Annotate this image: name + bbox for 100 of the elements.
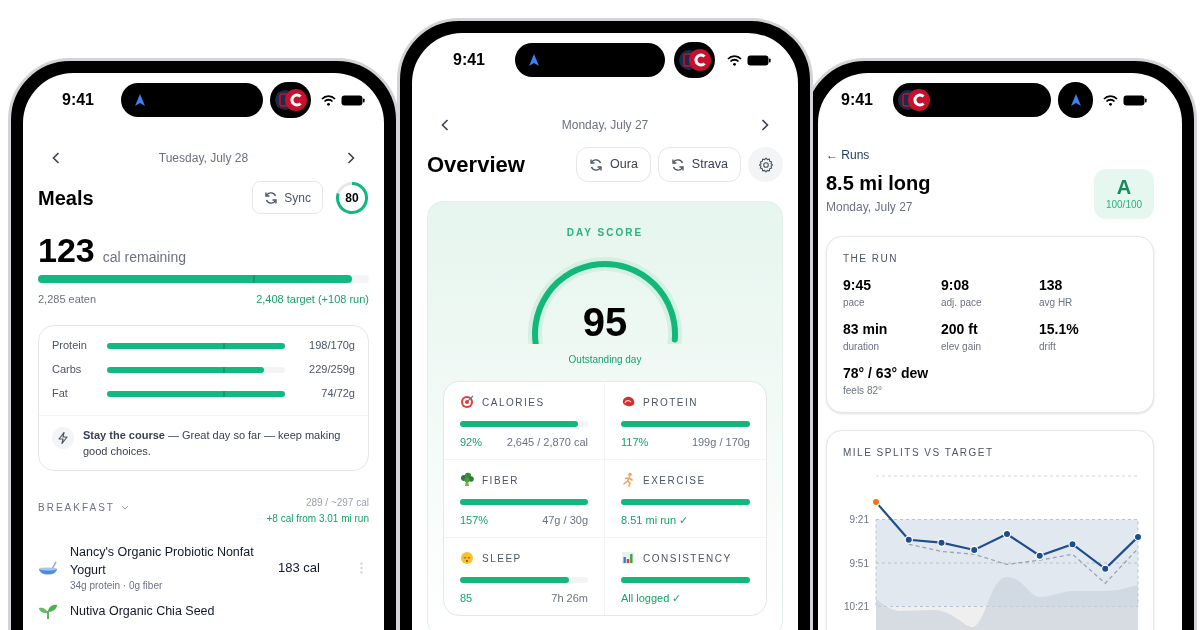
refresh-icon	[589, 157, 604, 172]
macro-value: 229/259g	[308, 362, 355, 378]
chevron-right-icon	[761, 119, 769, 131]
stat-label: feels 82°	[843, 384, 884, 398]
grade-score: 100/100	[1105, 198, 1143, 212]
previous-day-button[interactable]	[50, 150, 62, 166]
stat-label: pace	[843, 296, 866, 310]
y-tick-label: 9:21	[849, 514, 869, 525]
metric-detail: 199g / 170g	[691, 435, 750, 449]
sync-button[interactable]: Oura	[576, 147, 651, 182]
bar-chart-icon	[621, 550, 635, 566]
chevron-left-icon	[441, 119, 449, 131]
settings-button[interactable]	[748, 147, 783, 182]
lightning-icon	[58, 431, 68, 444]
date-label: Monday, July 27	[561, 117, 649, 134]
macro-name: Carbs	[52, 362, 83, 378]
eaten-label: 2,285 eaten	[38, 292, 97, 307]
wifi-icon	[321, 94, 336, 106]
stat-label: avg HR	[1039, 296, 1074, 310]
stat-value: 9:08	[941, 276, 971, 294]
next-day-button[interactable]	[759, 117, 771, 133]
status-time: 9:41	[452, 50, 486, 70]
data-point	[1133, 532, 1143, 542]
macro-name: Fat	[52, 386, 69, 402]
calories-remaining-label: cal remaining	[102, 248, 186, 267]
sleepy-emoji-icon	[460, 550, 474, 566]
data-point	[1002, 529, 1012, 539]
data-point	[937, 538, 946, 547]
stat-value: 200 ft	[941, 320, 979, 338]
logo-icon	[898, 88, 930, 112]
chevron-down-icon	[120, 504, 129, 510]
sprout-icon	[38, 602, 58, 619]
metric-percent: 85	[460, 591, 473, 605]
stat-label: adj. pace	[941, 296, 983, 310]
macro-name: Protein	[52, 338, 88, 354]
page-title: Meals	[38, 185, 95, 211]
metric-detail: 7h 26m	[551, 591, 588, 605]
day-score-value: 95	[581, 300, 629, 344]
metric-label: SLEEP	[482, 551, 522, 566]
day-score-label: DAY SCORE	[566, 226, 644, 240]
location-arrow-icon	[528, 53, 540, 67]
stat-value: 83 min	[843, 320, 889, 338]
metric-label: EXERCISE	[643, 473, 706, 488]
card-heading: THE RUN	[843, 252, 899, 266]
run-bonus: +8 cal from 3.01 mi run	[266, 511, 369, 526]
data-point	[970, 545, 979, 555]
y-tick-label: 10:21	[843, 601, 869, 612]
food-name: Nancy's Organic Probiotic Nonfat Yogurt	[70, 543, 255, 579]
sync-button[interactable]: Strava	[657, 147, 741, 182]
battery-icon	[341, 94, 365, 106]
next-day-button[interactable]	[345, 150, 357, 166]
settings-icon	[757, 156, 774, 173]
wifi-icon	[1103, 94, 1118, 106]
metric-label: CONSISTENCY	[643, 551, 732, 566]
section-totals: 289 / ~297 cal	[305, 495, 369, 510]
runner-icon	[621, 472, 635, 488]
page-title: Overview	[427, 151, 526, 179]
food-calories: 183 cal	[278, 558, 321, 577]
food-detail: 34g protein · 0g fiber	[70, 578, 164, 593]
previous-day-button[interactable]	[439, 117, 451, 133]
stat-value: 9:45	[843, 276, 873, 294]
section-title: BREAKFAST	[38, 500, 115, 515]
stat-label: drift	[1039, 340, 1057, 354]
metric-label: CALORIES	[482, 395, 545, 410]
chevron-left-icon	[52, 152, 60, 164]
chevron-right-icon	[347, 152, 355, 164]
stat-value: 15.1%	[1039, 320, 1080, 338]
macro-value: 74/72g	[320, 386, 355, 402]
target-label: 2,408 target (+108 run)	[256, 292, 369, 307]
metric-summary: 8.51 mi run ✓	[621, 513, 689, 527]
refresh-icon	[264, 190, 279, 205]
status-time: 9:41	[61, 90, 95, 110]
wifi-icon	[727, 54, 742, 66]
stat-value: 138	[1039, 276, 1064, 294]
broccoli-icon	[460, 472, 474, 488]
run-date: Monday, July 27	[826, 199, 914, 215]
logo-icon	[678, 48, 711, 72]
day-score-caption: Outstanding day	[568, 353, 642, 367]
battery-icon	[1123, 94, 1147, 106]
metric-percent: 92%	[460, 435, 483, 449]
bowl-icon	[38, 559, 58, 576]
back-link[interactable]: ← Runs	[826, 147, 870, 163]
calories-remaining-value: 123	[38, 232, 95, 268]
data-point	[904, 535, 913, 544]
metric-detail: 47g / 30g	[542, 513, 588, 527]
target-icon	[460, 394, 474, 410]
battery-icon	[747, 54, 771, 66]
stat-label: elev gain	[941, 340, 983, 354]
data-point	[1101, 564, 1110, 573]
status-time: 9:41	[840, 90, 874, 110]
stat-value: 78° / 63° dew	[843, 364, 930, 382]
stat-label: duration	[843, 340, 881, 354]
sync-button[interactable]: Sync	[252, 181, 323, 214]
metric-percent: 117%	[621, 435, 649, 449]
metric-label: FIBER	[482, 473, 519, 488]
grade-letter: A	[1116, 176, 1132, 198]
metric-detail: 2,645 / 2,870 cal	[506, 435, 588, 449]
page-title: 8.5 mi long	[826, 171, 931, 196]
date-label: Tuesday, July 28	[158, 150, 249, 167]
metric-percent: 157%	[460, 513, 489, 527]
